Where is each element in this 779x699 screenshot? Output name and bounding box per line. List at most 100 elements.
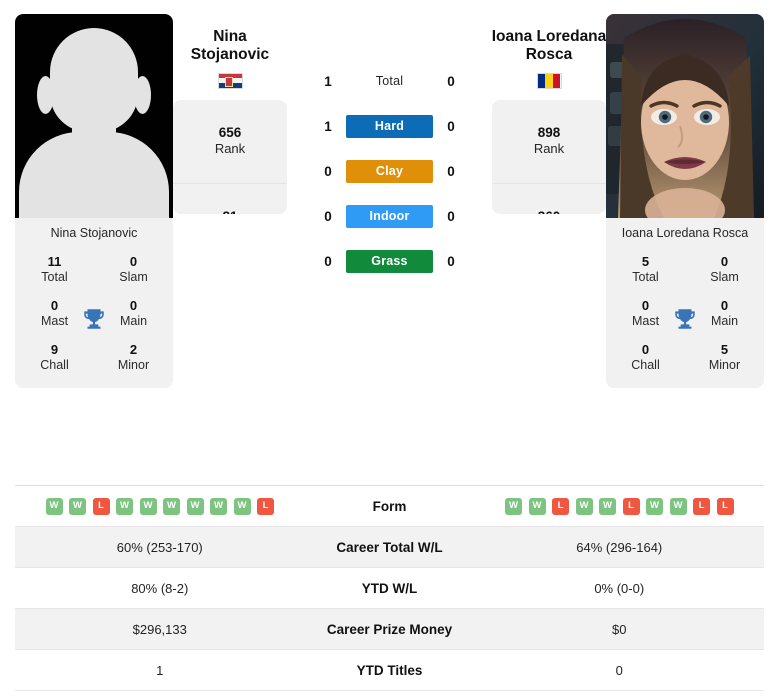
right-player-info-column: Ioana Loredana Rosca 898 Rank 360 High 2… bbox=[492, 14, 606, 214]
player-comparison-page: Nina Stojanovic 11 Total 0 Slam 0 Mast 0… bbox=[0, 0, 779, 699]
form-badge-win: W bbox=[163, 497, 180, 515]
row-label-career-total-wl: Career Total W/L bbox=[336, 539, 443, 555]
left-player-last-name: Stojanovic bbox=[190, 45, 270, 63]
stat-cell-rank: 656 Rank bbox=[173, 100, 287, 184]
surface-badge-clay[interactable]: Clay bbox=[346, 160, 433, 183]
right-ytd-titles: 0 bbox=[615, 662, 623, 678]
stat-label: Rank bbox=[214, 141, 246, 157]
title-cell: 11 Total bbox=[15, 251, 94, 289]
right-player-first-name: Ioana Loredana bbox=[491, 28, 607, 45]
trophy-icon bbox=[84, 308, 104, 329]
table-row: 80% (8-2) YTD W/L 0% (0-0) bbox=[15, 568, 764, 609]
form-badge-win: W bbox=[116, 497, 133, 515]
left-surface-count: 0 bbox=[324, 209, 332, 224]
stat-value: 360 bbox=[538, 208, 561, 214]
surface-row-hard: 1 Hard 0 bbox=[315, 115, 465, 138]
form-badge-loss: L bbox=[622, 497, 640, 515]
form-badge-win: W bbox=[646, 497, 663, 515]
surface-row-total: 1 Total 0 bbox=[315, 70, 465, 93]
form-badge-win: W bbox=[599, 497, 616, 515]
trophy-icon bbox=[675, 308, 695, 329]
surface-row-grass: 0 Grass 0 bbox=[315, 250, 465, 273]
right-player-name: Ioana Loredana Rosca bbox=[474, 14, 624, 64]
form-badge-win: W bbox=[233, 497, 251, 515]
title-cell: 0 Slam bbox=[685, 251, 764, 289]
title-label: Minor bbox=[117, 357, 150, 372]
right-player-photo-name: Ioana Loredana Rosca bbox=[621, 226, 749, 240]
title-value: 0 bbox=[720, 253, 729, 269]
left-player-first-name: Nina bbox=[213, 28, 247, 45]
left-ytd-titles: 1 bbox=[156, 662, 164, 678]
right-player-titles-grid: 5 Total 0 Slam 0 Mast 0 Main 0 Chall 5 M… bbox=[606, 249, 764, 389]
row-label-ytd-wl: YTD W/L bbox=[361, 580, 418, 596]
right-player-stat-strip: 898 Rank 360 High 27 Age Plays bbox=[492, 99, 606, 214]
right-form-badges: WWLWWLWWLL bbox=[505, 497, 734, 515]
left-surface-count: 1 bbox=[324, 119, 332, 134]
title-value: 0 bbox=[129, 253, 138, 269]
right-ytd-wl: 0% (0-0) bbox=[594, 580, 645, 596]
form-badge-win: W bbox=[210, 497, 227, 515]
form-badge-win: W bbox=[669, 497, 687, 515]
title-cell: 9 Chall bbox=[15, 339, 94, 377]
right-career-total-wl: 64% (296-164) bbox=[576, 539, 663, 555]
left-surface-count: 0 bbox=[324, 254, 332, 269]
stat-cell-rank: 898 Rank bbox=[492, 100, 606, 184]
row-label-career-prize-money: Career Prize Money bbox=[326, 621, 453, 637]
right-player-card[interactable]: Ioana Loredana Rosca 5 Total 0 Slam 0 Ma… bbox=[606, 14, 764, 389]
rs-flag-icon bbox=[217, 72, 243, 89]
stat-label: Rank bbox=[533, 141, 565, 157]
form-badge-loss: L bbox=[693, 497, 710, 515]
stat-cell-high: 81 High bbox=[173, 184, 287, 214]
row-label-ytd-titles: YTD Titles bbox=[356, 662, 423, 678]
table-row: WWLWWWWWWL Form WWLWWLWWLL bbox=[15, 486, 764, 527]
form-badge-win: W bbox=[139, 497, 157, 515]
form-badge-win: W bbox=[69, 497, 86, 515]
form-badge-loss: L bbox=[552, 497, 569, 515]
title-cell: 5 Minor bbox=[685, 339, 764, 377]
right-surface-count: 0 bbox=[447, 209, 455, 224]
left-player-name: Nina Stojanovic bbox=[191, 14, 269, 64]
title-cell: 0 Slam bbox=[94, 251, 173, 289]
title-label: Chall bbox=[40, 357, 69, 372]
form-badge-loss: L bbox=[257, 497, 274, 515]
title-label: Slam bbox=[710, 270, 739, 284]
title-label: Minor bbox=[708, 357, 741, 372]
left-player-photo-name: Nina Stojanovic bbox=[50, 226, 138, 240]
left-player-titles-grid: 11 Total 0 Slam 0 Mast 0 Main 9 Chall 2 … bbox=[15, 249, 173, 389]
left-surface-count: 0 bbox=[324, 164, 332, 179]
form-badge-loss: L bbox=[92, 497, 110, 515]
player-portrait-photo-icon bbox=[606, 14, 764, 218]
left-ytd-wl: 80% (8-2) bbox=[131, 580, 189, 596]
surface-row-clay: 0 Clay 0 bbox=[315, 160, 465, 183]
surface-label-total: Total bbox=[375, 74, 404, 88]
left-player-info-column: Nina Stojanovic 656 Rank 81 High 28 Age bbox=[173, 14, 287, 214]
right-player-photo bbox=[606, 14, 764, 218]
title-value: 5 bbox=[641, 253, 650, 269]
title-value: 11 bbox=[47, 253, 62, 269]
surface-badge-grass[interactable]: Grass bbox=[346, 250, 433, 273]
stat-value: 81 bbox=[222, 208, 237, 214]
left-form-cell: WWLWWWWWWL bbox=[15, 497, 305, 515]
left-surface-count: 1 bbox=[324, 74, 332, 89]
right-surface-count: 0 bbox=[447, 164, 455, 179]
left-form-badges: WWLWWWWWWL bbox=[45, 497, 274, 515]
form-badge-loss: L bbox=[716, 497, 734, 515]
left-player-photo bbox=[15, 14, 173, 218]
comparison-stats-table: WWLWWWWWWL Form WWLWWLWWLL 60% (253-170)… bbox=[15, 485, 764, 691]
form-badge-win: W bbox=[186, 497, 204, 515]
form-badge-win: W bbox=[575, 497, 593, 515]
surface-row-indoor: 0 Indoor 0 bbox=[315, 205, 465, 228]
right-surface-count: 0 bbox=[447, 119, 455, 134]
right-player-last-name: Rosca bbox=[525, 45, 573, 63]
left-player-card[interactable]: Nina Stojanovic 11 Total 0 Slam 0 Mast 0… bbox=[15, 14, 173, 389]
stat-value: 898 bbox=[537, 124, 561, 140]
table-row: 1 YTD Titles 0 bbox=[15, 650, 764, 691]
left-career-prize-money: $296,133 bbox=[132, 621, 187, 637]
form-badge-win: W bbox=[45, 497, 63, 515]
surface-badge-indoor[interactable]: Indoor bbox=[346, 205, 433, 228]
title-value: 5 bbox=[720, 341, 729, 357]
row-label-form: Form bbox=[372, 498, 407, 514]
surface-badge-hard[interactable]: Hard bbox=[346, 115, 433, 138]
table-row: $296,133 Career Prize Money $0 bbox=[15, 609, 764, 650]
surface-breakdown: 1 Total 0 1 Hard 0 0 Clay 0 0 Indoor 0 0 bbox=[287, 14, 492, 273]
